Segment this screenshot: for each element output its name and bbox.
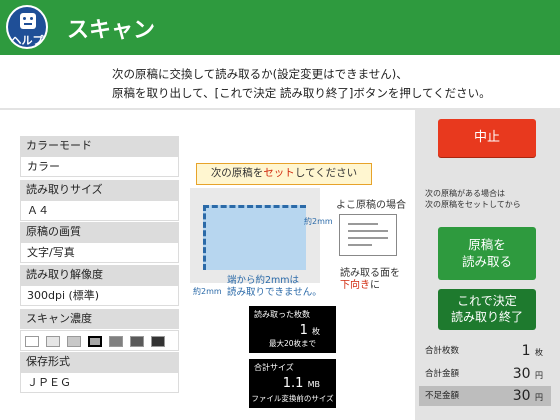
- setting-label-image-quality: 原稿の画質: [20, 222, 179, 242]
- density-level-2: [46, 336, 60, 347]
- setting-label-scan-size: 読み取りサイズ: [20, 180, 179, 200]
- scanned-count-unit: 枚: [312, 327, 320, 336]
- finish-button-line-1: これで決定: [457, 294, 517, 308]
- total-amount-label: 合計金額: [425, 369, 460, 379]
- setting-value-image-quality: 文字/写真: [20, 242, 179, 263]
- next-document-note: 次の原稿がある場合は 次の原稿をセットしてから: [425, 188, 521, 210]
- scanned-count-value-wrap: 1 枚: [300, 323, 320, 338]
- total-size-box: 合計サイズ 1.1 MB ファイル変換前のサイズ: [249, 359, 336, 408]
- setting-value-color-mode: カラー: [20, 156, 179, 177]
- scanned-count-box: 読み取った枚数 1 枚 最大20枚まで: [249, 306, 336, 353]
- margin-label-bottom: 約2mm: [193, 287, 222, 296]
- doc-line: [348, 237, 388, 239]
- setting-value-scan-size: Ａ４: [20, 200, 179, 221]
- read-button-line-2: 読み取る: [461, 254, 512, 269]
- shortfall-row: 不足金額 30 円: [419, 386, 551, 406]
- total-amount-value: 30: [512, 366, 531, 382]
- shortfall-label: 不足金額: [425, 391, 460, 401]
- face-note-line-1: 読み取る面を: [340, 268, 400, 279]
- doc-line: [348, 230, 388, 232]
- shortfall-value-wrap: 30 円: [513, 386, 543, 408]
- total-size-unit: MB: [307, 380, 320, 389]
- next-note-line-1: 次の原稿がある場合は: [425, 189, 505, 198]
- scanned-count-value: 1: [299, 323, 308, 338]
- density-level-1: [25, 336, 39, 347]
- next-note-line-2: 次の原稿をセットしてから: [425, 200, 521, 209]
- landscape-document-icon: [339, 214, 397, 256]
- help-face-icon: [20, 13, 36, 29]
- density-level-6: [130, 336, 144, 347]
- total-size-note: ファイル変換前のサイズ: [251, 394, 334, 403]
- doc-line: [348, 223, 378, 225]
- setting-label-color-mode: カラーモード: [20, 136, 179, 156]
- finish-button-line-2: 読み取り終了: [450, 310, 523, 324]
- landscape-label: よこ原稿の場合: [336, 200, 406, 211]
- instruction-area: 次の原稿に交換して読み取るか(設定変更はできません)、 原稿を取り出して、[これ…: [0, 55, 560, 107]
- face-down-highlight: 下向き: [340, 280, 370, 291]
- density-level-5: [109, 336, 123, 347]
- setting-label-resolution: 読み取り解像度: [20, 265, 179, 285]
- stop-button[interactable]: 中止: [438, 119, 536, 157]
- doc-line: [348, 244, 372, 246]
- set-document-callout: 次の原稿をセットしてください: [196, 163, 372, 185]
- setting-value-resolution: 300dpi (標準): [20, 285, 179, 306]
- total-amount-unit: 円: [535, 371, 543, 380]
- total-amount-row: 合計金額 30 円: [419, 364, 551, 384]
- setting-value-file-format: ＪＰＥＧ: [20, 372, 179, 393]
- face-note-suffix: に: [370, 280, 380, 291]
- read-document-button[interactable]: 原稿を 読み取る: [438, 227, 536, 280]
- instruction-line-1: 次の原稿に交換して読み取るか(設定変更はできません)、: [112, 67, 408, 81]
- edge-note-line-1: 端から約2mmは: [227, 275, 300, 286]
- total-sheets-value-wrap: 1 枚: [522, 341, 543, 363]
- callout-highlight: セット: [263, 167, 295, 179]
- callout-prefix: 次の原稿を: [210, 167, 264, 179]
- scanned-count-title: 読み取った枚数: [254, 310, 310, 319]
- margin-label-right: 約2mm: [304, 217, 333, 226]
- shortfall-value: 30: [512, 388, 531, 404]
- face-down-note: 読み取る面を 下向きに: [340, 268, 400, 292]
- finish-scan-button[interactable]: これで決定 読み取り終了: [438, 289, 536, 330]
- total-size-value-wrap: 1.1 MB: [283, 376, 320, 391]
- total-sheets-unit: 枚: [535, 348, 543, 357]
- total-size-value: 1.1: [282, 376, 304, 391]
- help-button[interactable]: ヘルプ: [6, 5, 48, 49]
- callout-suffix: してください: [294, 167, 358, 179]
- density-level-7: [151, 336, 165, 347]
- density-level-3: [67, 336, 81, 347]
- instruction-line-2: 原稿を取り出して、[これで決定 読み取り終了]ボタンを押してください。: [112, 86, 491, 100]
- density-scale: [20, 330, 179, 351]
- edge-note-line-2: 読み取りできません。: [227, 287, 322, 298]
- page-title: スキャン: [67, 18, 156, 43]
- scanned-count-note: 最大20枚まで: [268, 339, 317, 348]
- total-sheets-value: 1: [521, 343, 531, 359]
- total-sheets-row: 合計枚数 1 枚: [419, 341, 551, 361]
- total-amount-value-wrap: 30 円: [513, 364, 543, 386]
- read-button-line-1: 原稿を: [468, 237, 506, 252]
- setting-label-file-format: 保存形式: [20, 352, 179, 372]
- shortfall-unit: 円: [535, 393, 543, 402]
- help-label: ヘルプ: [10, 34, 44, 47]
- total-sheets-label: 合計枚数: [425, 346, 460, 356]
- total-size-title: 合計サイズ: [254, 363, 294, 372]
- document-illustration: [203, 205, 306, 270]
- density-level-4: [88, 336, 102, 347]
- edge-note: 端から約2mmは 読み取りできません。: [227, 275, 322, 299]
- setting-label-density: スキャン濃度: [20, 309, 179, 329]
